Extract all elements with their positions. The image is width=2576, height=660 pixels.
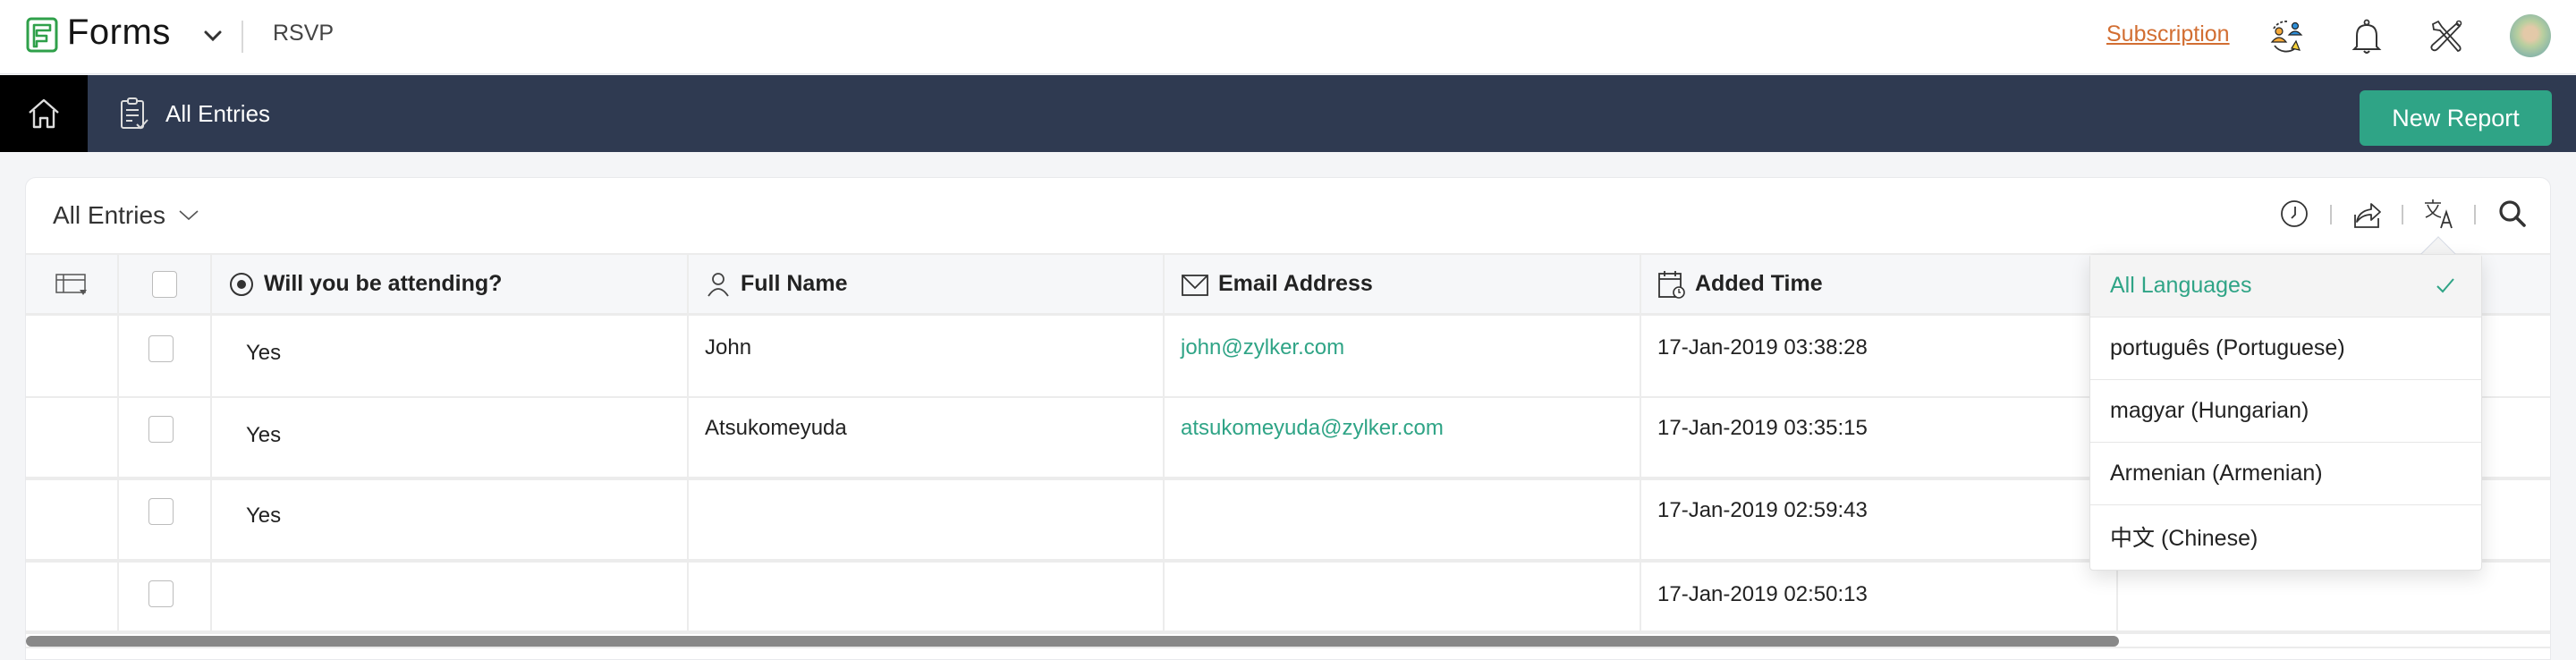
person-icon bbox=[708, 272, 729, 297]
language-option-hungarian[interactable]: magyar (Hungarian) bbox=[2090, 380, 2481, 443]
row-checkbox[interactable] bbox=[148, 498, 174, 525]
attending-value: Yes bbox=[246, 503, 282, 528]
avatar[interactable] bbox=[2510, 14, 2551, 57]
nav-all-entries-label: All Entries bbox=[165, 99, 271, 127]
view-title: All Entries bbox=[53, 201, 166, 229]
attending-value: Yes bbox=[246, 423, 282, 447]
row-checkbox[interactable] bbox=[148, 335, 174, 362]
search-icon bbox=[2499, 200, 2526, 227]
home-button[interactable] bbox=[0, 75, 88, 152]
new-report-button[interactable]: New Report bbox=[2360, 90, 2552, 146]
added-time-value: 17-Jan-2019 02:50:13 bbox=[1657, 582, 1868, 606]
column-header-attending[interactable]: Will you be attending? bbox=[212, 255, 689, 313]
added-time-value: 17-Jan-2019 03:35:15 bbox=[1657, 416, 1868, 440]
home-icon bbox=[29, 98, 59, 129]
added-time-value: 17-Jan-2019 02:59:43 bbox=[1657, 498, 1868, 522]
column-header-full-name[interactable]: Full Name bbox=[689, 255, 1165, 313]
language-option-all[interactable]: All Languages bbox=[2090, 255, 2481, 317]
tools-icon[interactable] bbox=[2426, 16, 2467, 57]
toolbar-divider bbox=[2402, 205, 2403, 224]
attending-value: Yes bbox=[246, 341, 282, 365]
chevron-down-icon bbox=[179, 210, 199, 221]
table-row[interactable]: 17-Jan-2019 02:50:13 bbox=[26, 563, 2550, 634]
chevron-down-icon[interactable] bbox=[202, 27, 224, 45]
clipboard-check-icon bbox=[121, 97, 148, 130]
view-selector[interactable]: All Entries bbox=[53, 201, 199, 230]
language-option-portuguese[interactable]: português (Portuguese) bbox=[2090, 317, 2481, 380]
divider bbox=[242, 21, 243, 53]
language-option-armenian[interactable]: Armenian (Armenian) bbox=[2090, 443, 2481, 505]
logo-icon[interactable] bbox=[26, 17, 58, 53]
row-checkbox[interactable] bbox=[148, 580, 174, 607]
bell-icon[interactable] bbox=[2346, 16, 2387, 57]
nav-all-entries[interactable]: All Entries bbox=[119, 75, 270, 152]
top-bar: Forms RSVP Subscription bbox=[0, 0, 2576, 74]
language-dropdown: All Languages português (Portuguese) mag… bbox=[2089, 254, 2482, 571]
column-settings-button[interactable] bbox=[26, 255, 119, 313]
history-icon bbox=[2281, 200, 2308, 227]
radio-icon bbox=[230, 272, 253, 296]
checkmark-icon bbox=[2436, 278, 2454, 293]
app-brand[interactable]: Forms bbox=[67, 13, 171, 53]
translate-button[interactable] bbox=[2421, 196, 2457, 232]
email-link[interactable]: john@zylker.com bbox=[1181, 335, 1344, 360]
calendar-clock-icon bbox=[1658, 270, 1685, 299]
full-name-value: John bbox=[705, 335, 752, 360]
language-option-chinese[interactable]: 中文 (Chinese) bbox=[2090, 505, 2481, 568]
nav-bar: All Entries New Report bbox=[0, 75, 2576, 152]
toolbar-divider bbox=[2474, 205, 2476, 224]
row-checkbox[interactable] bbox=[148, 416, 174, 443]
toolbar-divider bbox=[2330, 205, 2332, 224]
column-settings-icon bbox=[55, 273, 87, 295]
added-time-value: 17-Jan-2019 03:38:28 bbox=[1657, 335, 1868, 360]
full-name-value: Atsukomeyuda bbox=[705, 416, 847, 440]
column-header-email[interactable]: Email Address bbox=[1165, 255, 1641, 313]
export-button[interactable] bbox=[2349, 196, 2385, 232]
search-button[interactable] bbox=[2495, 196, 2530, 232]
select-all-checkbox[interactable] bbox=[152, 270, 177, 298]
select-all-cell bbox=[119, 255, 212, 313]
horizontal-scrollbar-thumb[interactable] bbox=[26, 636, 2119, 647]
history-button[interactable] bbox=[2276, 196, 2312, 232]
translate-icon bbox=[2425, 199, 2453, 229]
user-switch-icon[interactable] bbox=[2266, 16, 2307, 57]
form-name[interactable]: RSVP bbox=[273, 21, 334, 47]
export-icon bbox=[2354, 203, 2381, 228]
email-link[interactable]: atsukomeyuda@zylker.com bbox=[1181, 416, 1444, 441]
column-header-added-time[interactable]: Added Time bbox=[1641, 255, 2118, 313]
envelope-icon bbox=[1182, 274, 1208, 296]
subscription-link[interactable]: Subscription bbox=[2106, 21, 2230, 47]
